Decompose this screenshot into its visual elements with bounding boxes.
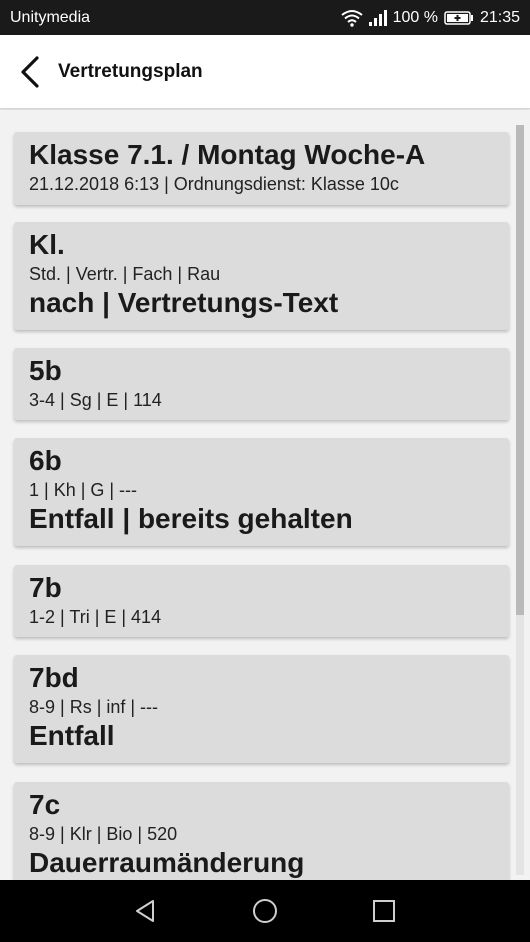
clock: 21:35: [479, 8, 520, 26]
scrollbar-thumb[interactable]: [516, 125, 524, 615]
entry-class: 7bd: [29, 662, 79, 693]
entry-card[interactable]: 5b 3-4 | Sg | E | 114: [14, 348, 509, 420]
nav-back-button[interactable]: [129, 894, 163, 928]
header-subtitle: 21.12.2018 6:13 | Ordnungsdienst: Klasse…: [29, 174, 399, 194]
header-card: Klasse 7.1. / Montag Woche-A 21.12.2018 …: [14, 132, 509, 205]
legend-card: Kl. Std. | Vertr. | Fach | Rau nach | Ve…: [14, 222, 509, 330]
entry-details: 3-4 | Sg | E | 114: [29, 390, 162, 410]
header-title: Klasse 7.1. / Montag Woche-A: [29, 139, 426, 170]
legend-columns: Std. | Vertr. | Fach | Rau: [29, 264, 221, 284]
app-bar: Vertretungsplan: [0, 35, 530, 109]
nav-recents-button[interactable]: [367, 894, 401, 928]
entry-card[interactable]: 6b 1 | Kh | G | --- Entfall | bereits ge…: [14, 438, 509, 546]
page-title: Vertretungsplan: [58, 60, 203, 82]
entry-class: 7c: [29, 789, 61, 820]
back-triangle-icon: [136, 900, 154, 922]
entry-note: Dauerraumänderung: [29, 847, 305, 878]
carrier-label: Unitymedia: [10, 8, 91, 26]
entry-details: 1-2 | Tri | E | 414: [29, 607, 162, 627]
entry-card[interactable]: 7bd 8-9 | Rs | inf | --- Entfall: [14, 655, 509, 763]
entry-class: 5b: [29, 355, 62, 386]
entry-details: 8-9 | Rs | inf | ---: [29, 697, 159, 717]
signal-icon: [368, 9, 387, 26]
wifi-icon: [340, 9, 363, 27]
entry-class: 6b: [29, 445, 62, 476]
back-button[interactable]: [0, 35, 58, 109]
entry-card[interactable]: 7b 1-2 | Tri | E | 414: [14, 565, 509, 637]
entry-note: Entfall | bereits gehalten: [29, 503, 353, 534]
substitution-list[interactable]: Klasse 7.1. / Montag Woche-A 21.12.2018 …: [0, 110, 530, 880]
home-circle-icon: [253, 899, 277, 923]
nav-home-button[interactable]: [248, 894, 282, 928]
system-nav-bar: [0, 880, 530, 942]
battery-percent: 100 %: [392, 8, 438, 26]
entry-details: 1 | Kh | G | ---: [29, 480, 138, 500]
status-indicators: 100 % 21:35: [340, 8, 520, 27]
legend-note: nach | Vertretungs-Text: [29, 287, 339, 318]
back-arrow-icon: [21, 55, 39, 88]
battery-charging-icon: [444, 10, 474, 25]
entry-card[interactable]: 7c 8-9 | Klr | Bio | 520 Dauerraumänderu…: [14, 782, 509, 880]
entry-class: 7b: [29, 572, 62, 603]
entry-details: 8-9 | Klr | Bio | 520: [29, 824, 178, 844]
legend-class-label: Kl.: [29, 229, 65, 260]
recents-square-icon: [373, 900, 395, 922]
status-bar: Unitymedia 100 % 21:35: [0, 0, 530, 35]
entry-note: Entfall: [29, 720, 115, 751]
